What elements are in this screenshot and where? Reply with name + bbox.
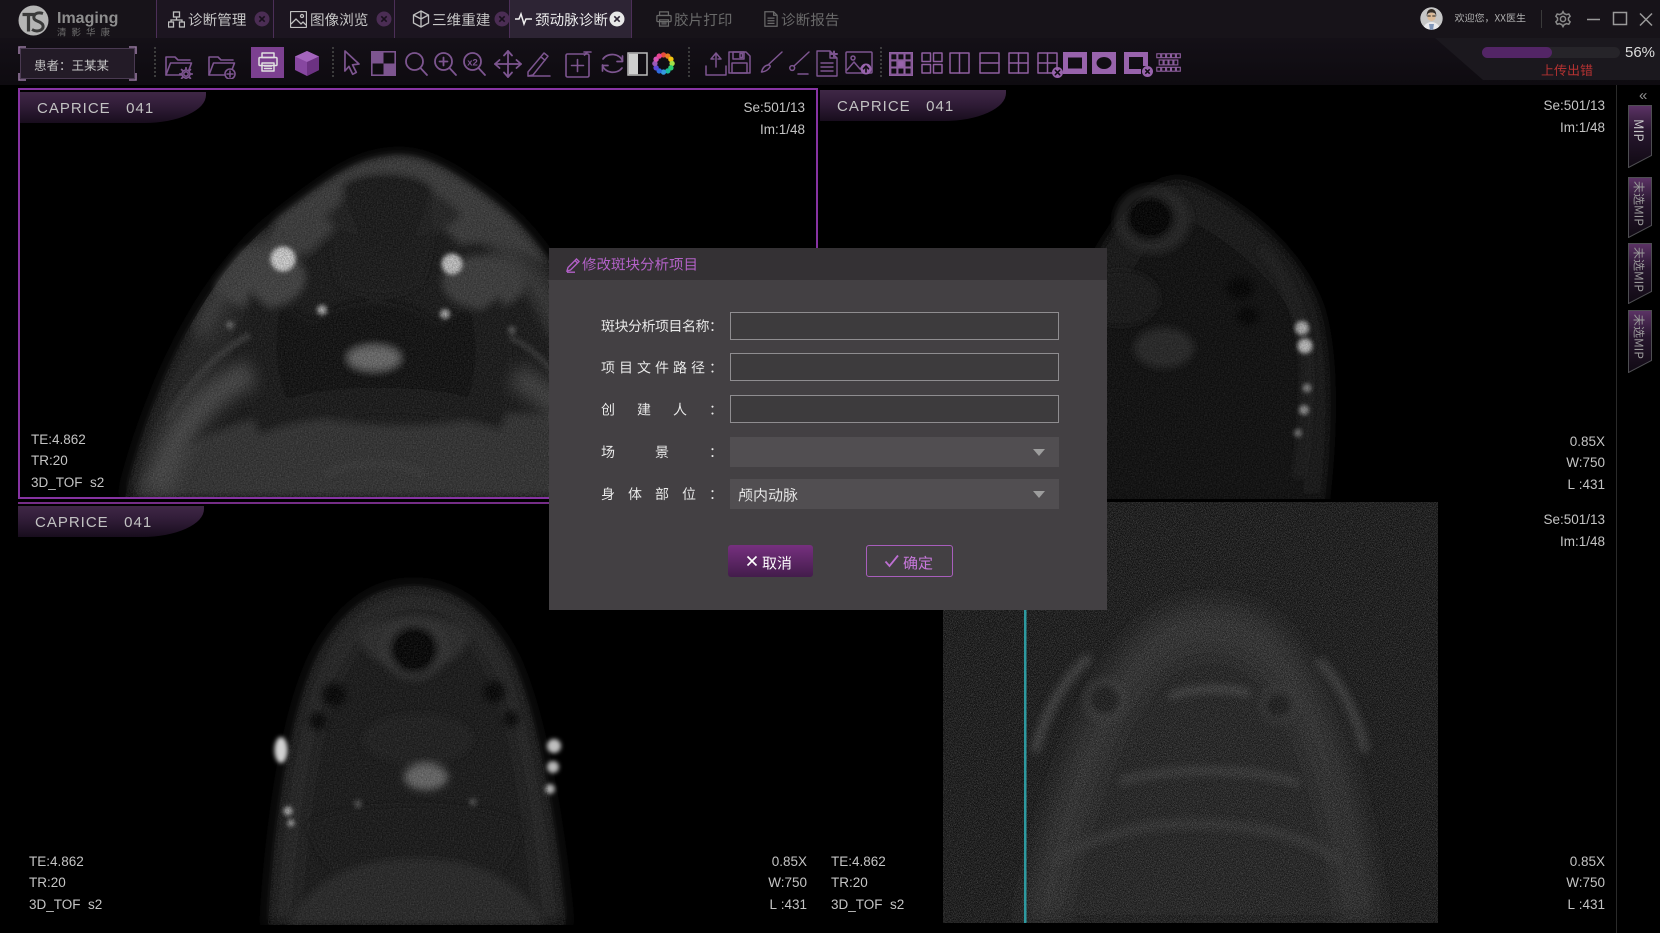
svg-text:x2: x2 [467,58,478,69]
